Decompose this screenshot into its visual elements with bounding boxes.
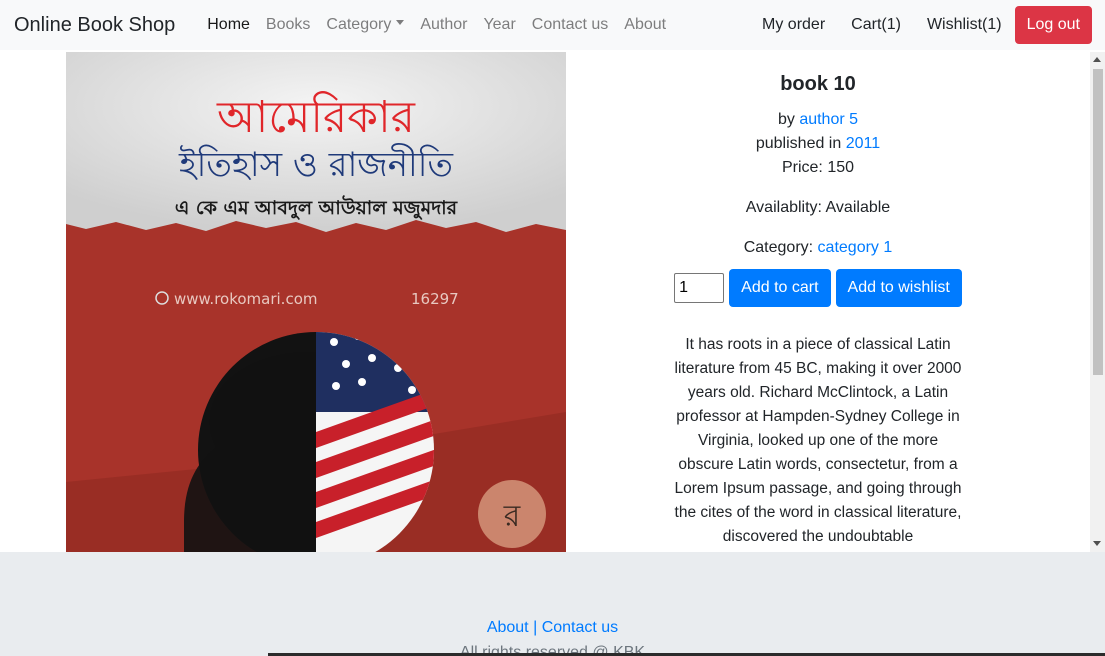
nav-my-order[interactable]: My order [749,16,838,34]
book-availability: Availablity: Available [745,199,891,216]
quantity-input[interactable] [674,273,725,303]
footer-contact-link[interactable]: Contact us [542,619,618,636]
cover-author: এ কে এম আবদুল আউয়াল মজুমদার [175,195,459,221]
cover-website: www.rokomari.com [174,290,317,308]
cover-title-line1: আমেরিকার [216,91,416,143]
nav-category-dropdown[interactable]: Category [318,16,412,34]
add-to-cart-button[interactable]: Add to cart [729,269,831,307]
author-link[interactable]: author 5 [799,111,858,128]
book-published-line: published in 2011 [666,132,970,156]
scroll-down-icon[interactable] [1093,541,1101,546]
book-price: Price: 150 [781,159,855,176]
scrollbar-thumb[interactable] [1093,69,1103,375]
page-scrollbar[interactable] [1090,52,1105,552]
book-title: book 10 [780,73,856,95]
cover-title-line2: ইতিহাস ও রাজনীতি [178,143,453,185]
book-author-line: by author 5 [666,108,970,132]
footer-about-link[interactable]: About [487,619,529,636]
nav-year[interactable]: Year [475,16,523,34]
nav-wishlist[interactable]: Wishlist(1) [914,16,1015,34]
caret-down-icon [396,20,405,26]
book-info: book 10 by author 5 published in 2011 Pr… [666,52,970,549]
nav-links: Home Books Category Author Year Contact … [199,16,674,34]
cover-phone: 16297 [411,290,459,308]
footer-links: About | Contact us [0,619,1105,637]
category-label: Category: [743,239,814,256]
nav-author[interactable]: Author [412,16,475,34]
nav-cart[interactable]: Cart(1) [838,16,914,34]
brand-logo[interactable]: Online Book Shop [14,14,175,37]
nav-home[interactable]: Home [199,16,258,34]
nav-contact[interactable]: Contact us [524,16,616,34]
book-detail: আমেরিকার ইতিহাস ও রাজনীতি এ কে এম আবদুল … [0,52,1105,552]
book-description: It has roots in a piece of classical Lat… [674,336,962,545]
nav-about[interactable]: About [616,16,674,34]
footer: About | Contact us All rights reserved @… [0,552,1105,656]
book-category-line: Category: category 1 [666,236,970,260]
cover-publisher-mark: র [503,499,521,534]
book-actions: Add to cart Add to wishlist [666,269,970,307]
nav-books[interactable]: Books [258,16,318,34]
navbar: Online Book Shop Home Books Category Aut… [0,0,1105,50]
scroll-up-icon[interactable] [1093,57,1101,62]
published-label: published in [755,135,842,152]
footer-separator: | [533,619,538,636]
category-link[interactable]: category 1 [818,239,893,256]
add-to-wishlist-button[interactable]: Add to wishlist [835,269,962,307]
by-label: by [777,111,795,128]
nav-right: My order Cart(1) Wishlist(1) Log out [749,0,1092,50]
year-link[interactable]: 2011 [846,135,880,152]
logout-button[interactable]: Log out [1014,6,1092,44]
book-cover-image: আমেরিকার ইতিহাস ও রাজনীতি এ কে এম আবদুল … [66,52,566,552]
nav-category-label: Category [326,16,392,33]
